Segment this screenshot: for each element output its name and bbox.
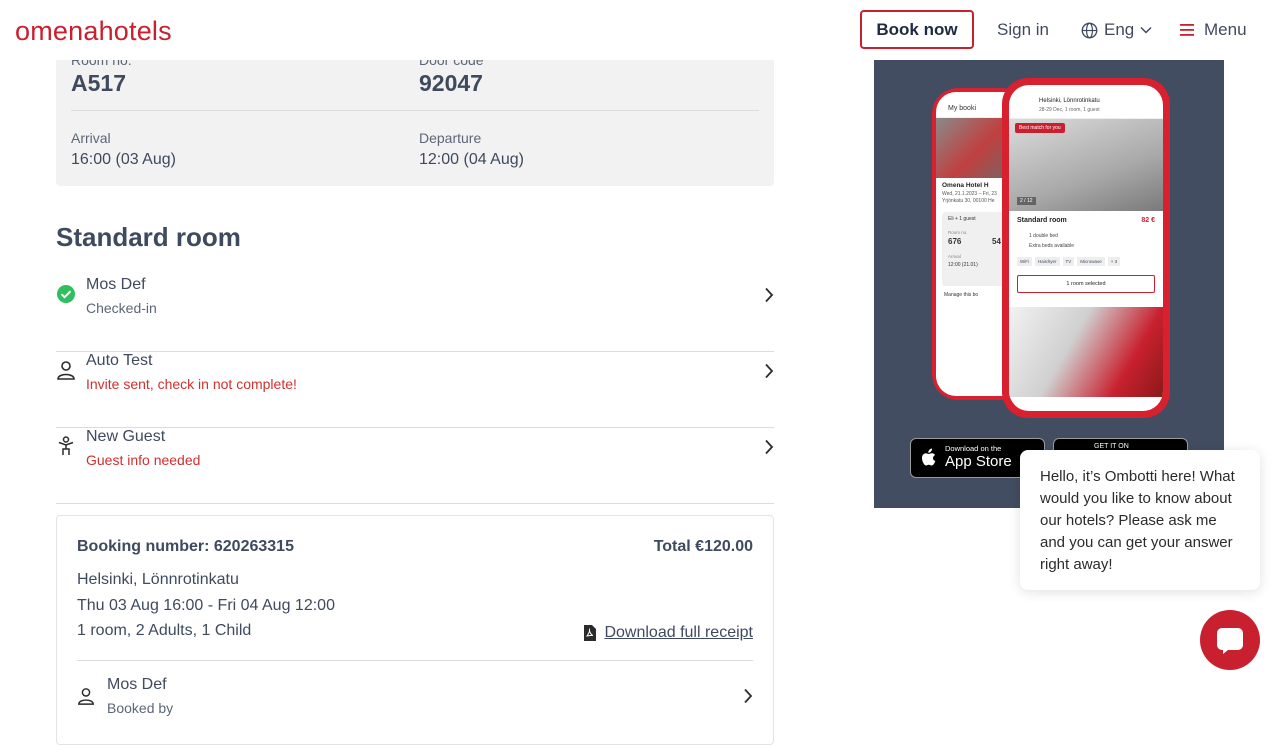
guest-status: Invite sent, check in not complete!	[86, 376, 297, 392]
chatbot-message: Hello, it’s Ombotti here! What would you…	[1020, 450, 1260, 590]
sign-in-link[interactable]: Sign in	[997, 20, 1049, 40]
chevron-right-icon	[765, 363, 774, 379]
departure-value: 12:00 (04 Aug)	[419, 151, 524, 168]
booker-name: Mos Def	[107, 676, 167, 693]
room-type-title: Standard room	[56, 222, 241, 252]
guest-name: Auto Test	[86, 352, 153, 369]
chevron-right-icon	[744, 688, 753, 704]
phone-right-extra: Extra beds available	[1029, 243, 1075, 249]
phone-right-tags: WiFi Hairdryer TV Microwave + 3	[1017, 257, 1121, 266]
phone-right-badge: Best match for you	[1015, 123, 1065, 133]
apple-icon	[922, 448, 936, 466]
door-code-value: 92047	[419, 70, 483, 96]
chat-icon	[1217, 628, 1243, 654]
hamburger-icon	[1180, 24, 1194, 36]
room-info-card: Room no. A517 Door code 92047 Arrival 16…	[56, 40, 774, 186]
phone-left-arrival: 12:00 (21.01)	[948, 262, 978, 268]
phone-left-arrival-label: Arrival	[948, 254, 961, 259]
amenity-tag: + 3	[1107, 257, 1121, 266]
room-photo: Best match for you 2 / 12	[1009, 119, 1163, 211]
chevron-right-icon	[765, 439, 774, 455]
phone-left-door: 54	[992, 237, 1001, 246]
child-icon	[58, 436, 74, 455]
pdf-file-icon	[584, 625, 597, 641]
phone-left-guests: Eli + 1 guest	[948, 216, 976, 222]
omena-hotels-logo[interactable]: omenahotels	[15, 15, 172, 47]
globe-icon	[1081, 22, 1098, 38]
phone-right-details: Standard room 82 € 1 double bed Extra be…	[1009, 211, 1163, 307]
person-icon	[57, 361, 75, 380]
app-store-small-text: Download on the	[945, 444, 1002, 453]
logo-omena: omena	[15, 16, 99, 46]
chat-toggle-button[interactable]	[1200, 610, 1260, 670]
app-promo-banner: My booki Omena Hotel H Wed, 21.1.2023 – …	[874, 60, 1224, 508]
phone-right-bed: 1 double bed	[1029, 233, 1058, 239]
booking-total: Total €120.00	[653, 538, 753, 555]
phone-right-sub: 28-29 Dec, 1 room, 1 guest	[1039, 107, 1100, 113]
booking-number: Booking number: 620263315	[77, 538, 294, 555]
download-receipt-label: Download full receipt	[604, 624, 753, 641]
amenity-tag: Hairdryer	[1035, 257, 1060, 266]
book-now-button[interactable]: Book now	[860, 10, 974, 49]
download-receipt-link[interactable]: Download full receipt	[583, 624, 753, 642]
phone-right-header: Helsinki, Lönnrotinkatu 28-29 Dec, 1 roo…	[1009, 85, 1163, 119]
guest-status: Checked-in	[86, 300, 157, 316]
person-icon	[78, 688, 94, 705]
guest-row[interactable]: Mos Def Checked-in	[56, 276, 774, 352]
guest-name: Mos Def	[86, 276, 146, 293]
booker-role: Booked by	[107, 700, 174, 716]
booking-location: Helsinki, Lönnrotinkatu	[77, 571, 239, 588]
menu-button[interactable]: Menu	[1180, 20, 1247, 40]
phone-left-room: 676	[948, 237, 962, 246]
phone-left-room-label: Room no.	[948, 230, 968, 235]
amenity-tag: TV	[1062, 257, 1075, 266]
menu-label: Menu	[1204, 20, 1247, 39]
phone-right-counter: 2 / 12	[1017, 197, 1036, 205]
departure-label: Departure	[419, 130, 482, 146]
guest-row[interactable]: New Guest Guest info needed	[56, 428, 774, 504]
booker-row[interactable]: Mos Def Booked by	[77, 676, 753, 726]
guest-name: New Guest	[86, 428, 166, 445]
language-selector[interactable]: Eng	[1081, 20, 1152, 40]
guest-row[interactable]: Auto Test Invite sent, check in not comp…	[56, 352, 774, 428]
logo-hotels: hotels	[98, 16, 172, 46]
language-label: Eng	[1104, 20, 1135, 39]
arrival-label: Arrival	[71, 130, 111, 146]
phone-right-room: Standard room	[1017, 217, 1067, 224]
arrival-value: 16:00 (03 Aug)	[71, 151, 176, 168]
chevron-right-icon	[765, 287, 774, 303]
amenity-tag: Microwave	[1077, 257, 1105, 266]
chevron-down-icon	[1140, 26, 1152, 34]
booking-rooms: 1 room, 2 Adults, 1 Child	[77, 622, 252, 639]
phone-right-price: 82 €	[1141, 217, 1155, 224]
guest-status: Guest info needed	[86, 452, 201, 468]
divider	[77, 660, 753, 661]
phone-right-selected: 1 room selected	[1017, 275, 1155, 293]
divider	[71, 110, 759, 111]
room-no-value: A517	[71, 70, 126, 96]
amenity-tag: WiFi	[1017, 257, 1032, 266]
google-play-small-text: GET IT ON	[1094, 443, 1129, 450]
phone-right-title: Helsinki, Lönnrotinkatu	[1039, 98, 1100, 104]
booking-summary-card: Booking number: 620263315 Total €120.00 …	[56, 515, 774, 745]
check-circle-icon	[57, 285, 75, 303]
booking-dates: Thu 03 Aug 16:00 - Fri 04 Aug 12:00	[77, 597, 335, 614]
room-photo-2	[1009, 307, 1163, 397]
app-store-big-text: App Store	[945, 453, 1012, 470]
site-header: omenahotels Book now Sign in Eng Menu	[0, 0, 1280, 60]
phone-mockup-right: Helsinki, Lönnrotinkatu 28-29 Dec, 1 roo…	[1002, 78, 1170, 418]
